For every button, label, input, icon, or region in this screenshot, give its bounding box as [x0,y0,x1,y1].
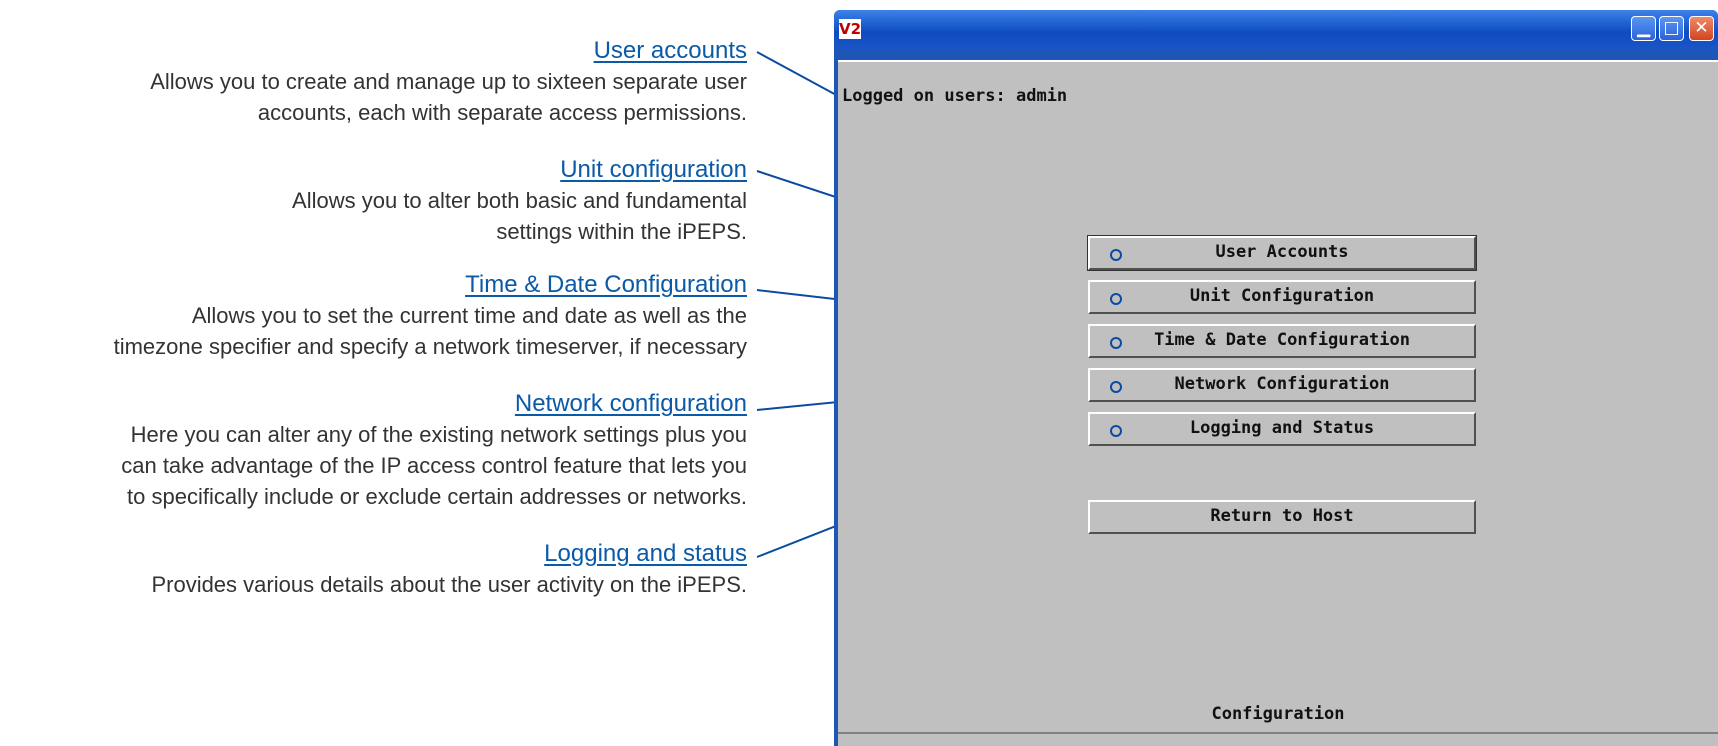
vnc-window: V2 ▁ □ ✕ Logged on users: admin User Acc… [834,10,1718,746]
return-to-host-button[interactable]: Return to Host [1088,500,1476,534]
time-date-configuration-link[interactable]: Time & Date Configuration [0,270,747,300]
vnc-app-icon: V2 [839,19,862,39]
annotation-time-date-configuration: Time & Date Configuration Allows you to … [0,270,747,362]
logging-status-description: Provides various details about the user … [151,572,747,597]
divider-bottom [838,732,1718,734]
unit-configuration-button[interactable]: Unit Configuration [1088,280,1476,314]
unit-configuration-link[interactable]: Unit configuration [0,155,747,185]
window-titlebar[interactable]: V2 ▁ □ ✕ [834,10,1718,50]
user-accounts-description: Allows you to create and manage up to si… [150,69,747,125]
logging-status-label: Logging and Status [1189,418,1375,438]
return-to-host-label: Return to Host [1210,506,1354,526]
user-accounts-label: User Accounts [1215,242,1349,262]
logging-status-link[interactable]: Logging and status [0,539,747,569]
logged-on-users: Logged on users: admin [842,86,1068,106]
minimize-icon[interactable]: ▁ [1631,16,1656,41]
user-accounts-button[interactable]: User Accounts [1087,235,1477,271]
radio-dot-icon [1110,293,1122,305]
time-date-configuration-label: Time & Date Configuration [1154,330,1410,350]
time-date-configuration-description: Allows you to set the current time and d… [113,303,747,359]
annotation-logging-status: Logging and status Provides various deta… [0,539,747,600]
logging-status-button[interactable]: Logging and Status [1088,412,1476,446]
close-icon[interactable]: ✕ [1689,16,1714,41]
radio-dot-icon [1110,381,1122,393]
maximize-icon[interactable]: □ [1659,16,1684,41]
annotation-unit-configuration: Unit configuration Allows you to alter b… [0,155,747,247]
annotation-user-accounts: User accounts Allows you to create and m… [0,36,747,128]
network-configuration-label: Network Configuration [1174,374,1390,394]
time-date-configuration-button[interactable]: Time & Date Configuration [1088,324,1476,358]
network-configuration-link[interactable]: Network configuration [0,389,747,419]
radio-dot-icon [1110,337,1122,349]
network-configuration-button[interactable]: Network Configuration [1088,368,1476,402]
network-configuration-description: Here you can alter any of the existing n… [121,422,747,509]
unit-configuration-label: Unit Configuration [1189,286,1375,306]
radio-dot-icon [1110,425,1122,437]
divider-top [838,60,1718,62]
window-client-area: Logged on users: admin User Accounts Uni… [838,60,1718,746]
annotation-network-configuration: Network configuration Here you can alter… [0,389,747,512]
user-accounts-link[interactable]: User accounts [0,36,747,66]
radio-dot-icon [1110,249,1122,261]
footer-configuration-label: Configuration [1211,704,1345,724]
unit-configuration-description: Allows you to alter both basic and funda… [292,188,747,244]
